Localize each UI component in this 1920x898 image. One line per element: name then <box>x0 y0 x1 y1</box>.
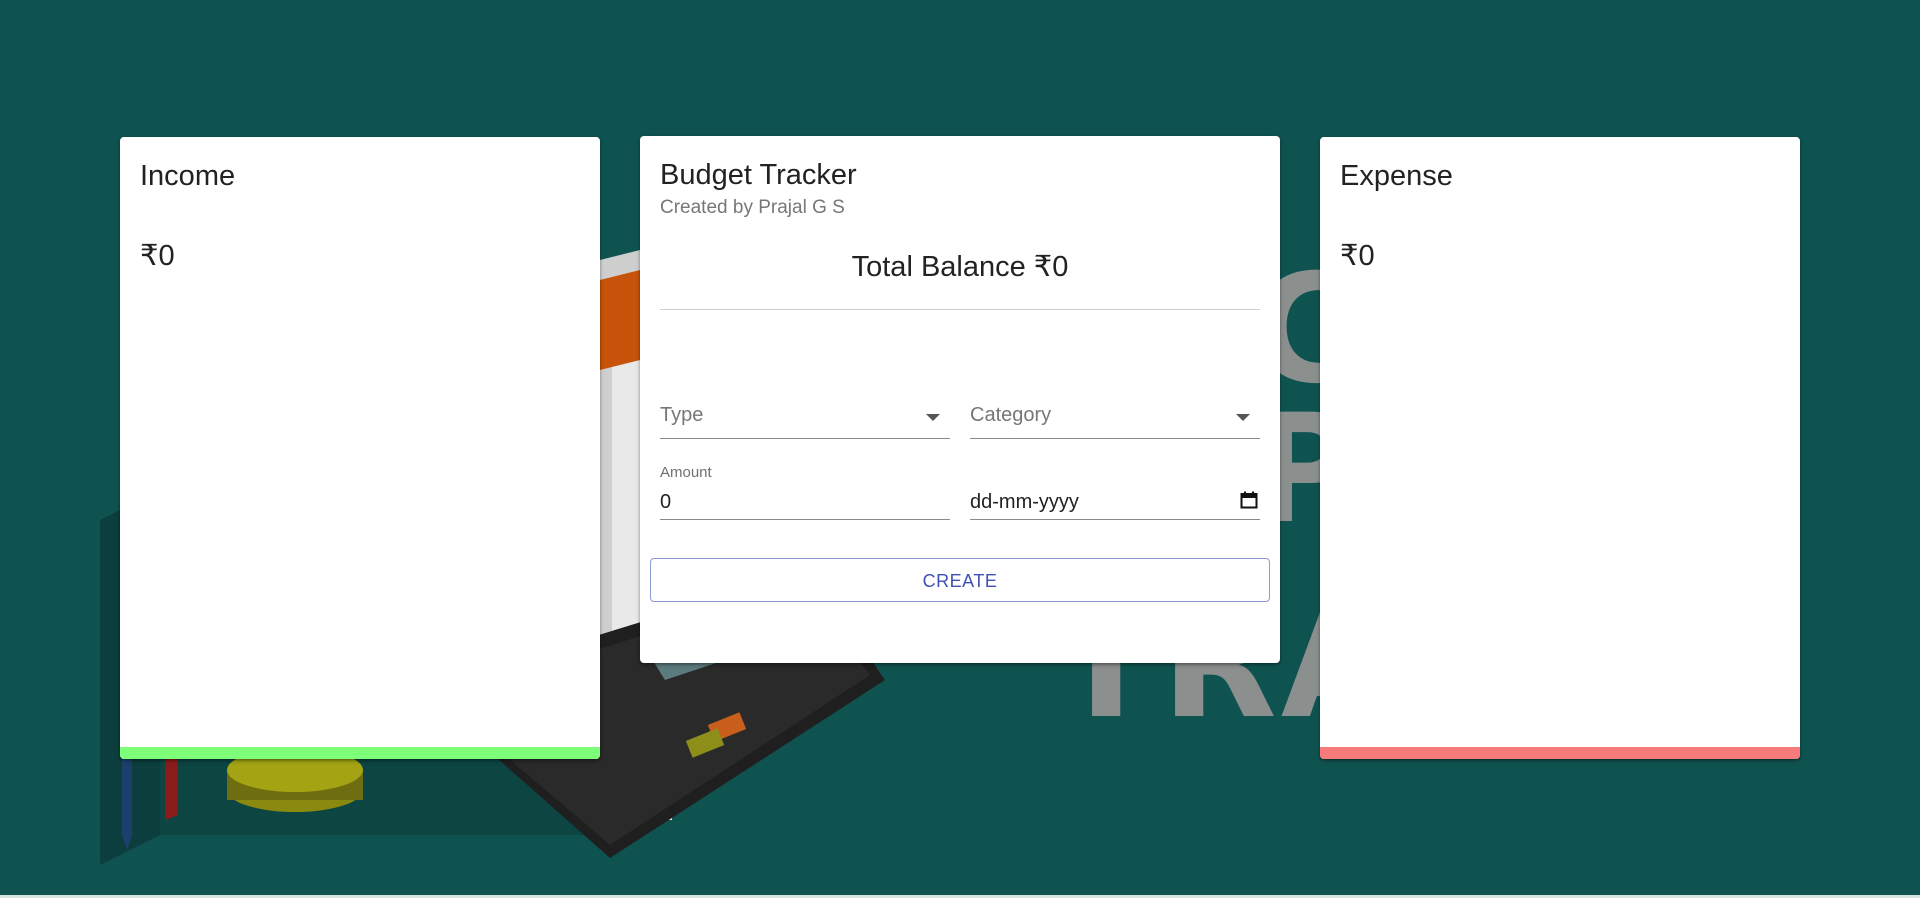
income-card: Income ₹0 <box>120 137 600 759</box>
type-select[interactable]: Type <box>660 400 950 439</box>
divider <box>660 309 1260 310</box>
income-title: Income <box>140 160 236 192</box>
income-amount: ₹0 <box>140 240 175 272</box>
category-placeholder: Category <box>970 404 1052 426</box>
expense-title: Expense <box>1340 160 1453 192</box>
category-select[interactable]: Category <box>970 400 1260 439</box>
amount-label: Amount <box>660 464 712 481</box>
create-button[interactable]: CREATE <box>650 558 1270 602</box>
app-title: Budget Tracker <box>660 159 857 191</box>
amount-input[interactable]: 0 <box>660 491 671 514</box>
income-color-bar <box>120 747 600 759</box>
total-balance: Total Balance ₹0 <box>851 251 1069 283</box>
calendar-icon[interactable] <box>1240 491 1258 509</box>
type-placeholder: Type <box>660 404 704 426</box>
expense-color-bar <box>1320 747 1800 759</box>
date-field[interactable]: dd-mm-yyyy <box>970 464 1260 520</box>
expense-card: Expense ₹0 <box>1320 137 1800 759</box>
chevron-down-icon <box>1236 414 1250 421</box>
budget-tracker-card: Budget Tracker Created by Prajal G S Tot… <box>640 136 1280 663</box>
amount-field[interactable]: Amount 0 <box>660 464 950 520</box>
chevron-down-icon <box>926 414 940 421</box>
app-subtitle: Created by Prajal G S <box>660 197 845 218</box>
date-input[interactable]: dd-mm-yyyy <box>970 491 1079 514</box>
expense-amount: ₹0 <box>1340 240 1375 272</box>
